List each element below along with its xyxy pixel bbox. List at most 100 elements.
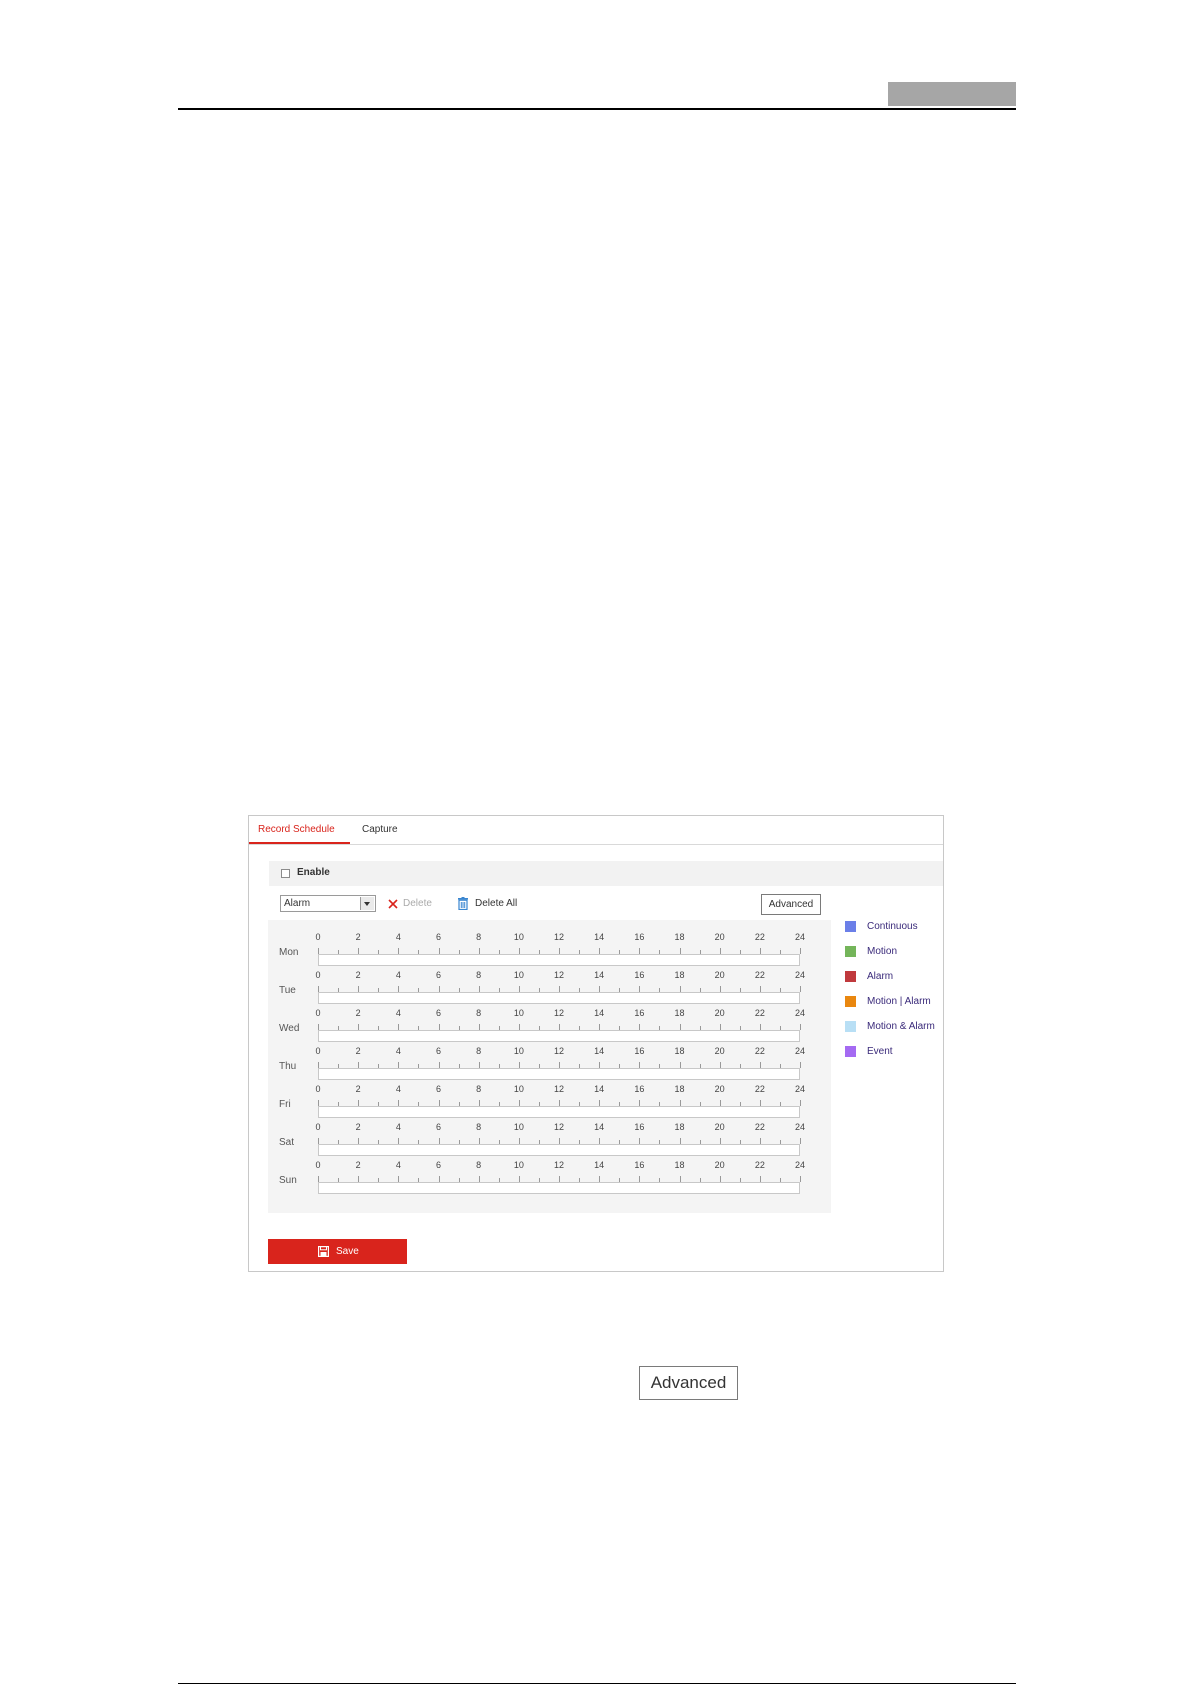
hour-tick-label: 6 xyxy=(435,1046,442,1056)
hour-tick-label: 4 xyxy=(395,1084,401,1094)
hour-tick-label: 6 xyxy=(435,1008,442,1018)
hour-tick-label: 2 xyxy=(355,1084,361,1094)
day-label: Wed xyxy=(279,1023,300,1034)
legend-swatch xyxy=(845,996,856,1007)
schedule-row: Mon 0 2 4 6 8 10 12 14 16 18 20 22 24 xyxy=(268,932,831,970)
hour-tick-label: 0 xyxy=(315,1046,321,1056)
legend-item: Alarm xyxy=(845,970,945,984)
hour-tick-label: 24 xyxy=(794,1008,806,1018)
schedule-track[interactable] xyxy=(318,1068,800,1080)
day-label: Mon xyxy=(279,947,299,958)
tab-capture[interactable]: Capture xyxy=(362,824,398,835)
hour-tick-label: 16 xyxy=(634,1008,645,1018)
hour-tick-label: 8 xyxy=(476,932,482,942)
advanced-button-inline[interactable]: Advanced xyxy=(639,1366,738,1400)
legend-swatch xyxy=(845,921,856,932)
hour-tick-label: 20 xyxy=(714,970,725,980)
hour-tick-label: 8 xyxy=(476,1008,482,1018)
hour-tick-label: 18 xyxy=(674,1084,685,1094)
legend-item: Event xyxy=(845,1045,945,1059)
hour-tick-label: 12 xyxy=(553,1046,565,1056)
legend-label: Alarm xyxy=(867,971,894,982)
chevron-down-icon[interactable] xyxy=(360,897,374,910)
hour-tick-label: 2 xyxy=(355,1046,361,1056)
hour-tick-mark xyxy=(800,1100,801,1106)
legend-item: Motion | Alarm xyxy=(845,995,945,1009)
hour-ruler: 0 2 4 6 8 10 12 14 16 18 20 22 24 xyxy=(315,1046,805,1068)
hour-tick-label: 22 xyxy=(754,1084,765,1094)
hour-tick-label: 4 xyxy=(395,970,401,980)
schedule-track[interactable] xyxy=(318,954,800,966)
hour-tick-label: 6 xyxy=(435,932,442,942)
hour-tick-label: 12 xyxy=(553,970,565,980)
hour-tick-mark xyxy=(800,948,801,954)
trash-icon[interactable] xyxy=(457,897,469,910)
hour-tick-label: 12 xyxy=(553,1160,565,1170)
hour-tick-label: 12 xyxy=(553,1084,565,1094)
hour-tick-label: 18 xyxy=(674,970,685,980)
hour-tick-label: 14 xyxy=(594,1084,605,1094)
schedule-track[interactable] xyxy=(318,992,800,1004)
legend-swatch xyxy=(845,971,856,982)
delete-button[interactable]: Delete xyxy=(403,898,432,909)
hour-tick-label: 14 xyxy=(594,1160,605,1170)
hour-tick-label: 24 xyxy=(794,932,806,942)
day-label: Thu xyxy=(279,1061,297,1072)
hour-tick-label: 22 xyxy=(754,1122,765,1132)
legend-item: Motion & Alarm xyxy=(845,1020,945,1034)
save-button[interactable]: Save xyxy=(268,1239,407,1264)
advanced-button[interactable]: Advanced xyxy=(761,894,821,915)
schedule-track[interactable] xyxy=(318,1182,800,1194)
record-type-value: Alarm xyxy=(284,898,311,909)
tab-record-schedule[interactable]: Record Schedule xyxy=(258,824,335,835)
schedule-track[interactable] xyxy=(318,1106,800,1118)
hour-tick-label: 20 xyxy=(714,1122,725,1132)
legend-label: Motion & Alarm xyxy=(867,1021,935,1032)
hour-tick-label: 8 xyxy=(476,1122,482,1132)
hour-tick-label: 14 xyxy=(594,970,605,980)
day-label: Sun xyxy=(279,1175,297,1186)
hour-tick-label: 16 xyxy=(634,1122,645,1132)
schedule-track[interactable] xyxy=(318,1144,800,1156)
schedule-track[interactable] xyxy=(318,1030,800,1042)
hour-tick-label: 22 xyxy=(754,1008,765,1018)
hour-tick-label: 8 xyxy=(476,1084,482,1094)
hour-tick-label: 24 xyxy=(794,1160,806,1170)
hour-ruler: 0 2 4 6 8 10 12 14 16 18 20 22 24 xyxy=(315,932,805,954)
hour-tick-label: 20 xyxy=(714,1008,725,1018)
hour-ruler: 0 2 4 6 8 10 12 14 16 18 20 22 24 xyxy=(315,1122,805,1144)
hour-tick-label: 24 xyxy=(794,1046,806,1056)
hour-tick-label: 0 xyxy=(315,970,321,980)
hour-tick-label: 14 xyxy=(594,932,605,942)
hour-tick-label: 24 xyxy=(794,970,806,980)
day-label: Sat xyxy=(279,1137,295,1148)
enable-checkbox[interactable] xyxy=(281,869,290,878)
enable-label: Enable xyxy=(297,867,330,878)
hour-tick-label: 18 xyxy=(674,932,685,942)
tab-bar: Record Schedule Capture xyxy=(249,816,943,845)
schedule-grid: Mon 0 2 4 6 8 10 12 14 16 18 20 22 24 Tue 0 2 4 6 8 10 12 14 16… xyxy=(268,920,831,1213)
legend-swatch xyxy=(845,1021,856,1032)
hour-tick-label: 20 xyxy=(714,1084,725,1094)
close-icon[interactable] xyxy=(387,898,399,910)
legend-label: Motion | Alarm xyxy=(867,996,931,1007)
delete-all-button[interactable]: Delete All xyxy=(475,898,517,909)
hour-tick-label: 4 xyxy=(395,1008,401,1018)
schedule-row: Thu 0 2 4 6 8 10 12 14 16 18 20 22 24 xyxy=(268,1046,831,1084)
hour-tick-label: 16 xyxy=(634,1046,645,1056)
hour-tick-label: 22 xyxy=(754,1046,765,1056)
hour-tick-label: 10 xyxy=(513,1008,524,1018)
hour-tick-label: 20 xyxy=(714,1046,725,1056)
legend-label: Continuous xyxy=(867,921,918,932)
hour-ruler: 0 2 4 6 8 10 12 14 16 18 20 22 24 xyxy=(315,1084,805,1106)
hour-tick-label: 16 xyxy=(634,1160,645,1170)
hour-tick-label: 6 xyxy=(435,970,442,980)
day-label: Tue xyxy=(279,985,296,996)
record-type-select[interactable]: Alarm xyxy=(280,895,376,912)
hour-ruler: 0 2 4 6 8 10 12 14 16 18 20 22 24 xyxy=(315,1008,805,1030)
hour-tick-label: 2 xyxy=(355,1008,361,1018)
hour-tick-label: 6 xyxy=(435,1122,442,1132)
header-rule xyxy=(178,108,1016,110)
hour-tick-label: 10 xyxy=(513,1046,524,1056)
hour-tick-label: 12 xyxy=(553,1008,565,1018)
